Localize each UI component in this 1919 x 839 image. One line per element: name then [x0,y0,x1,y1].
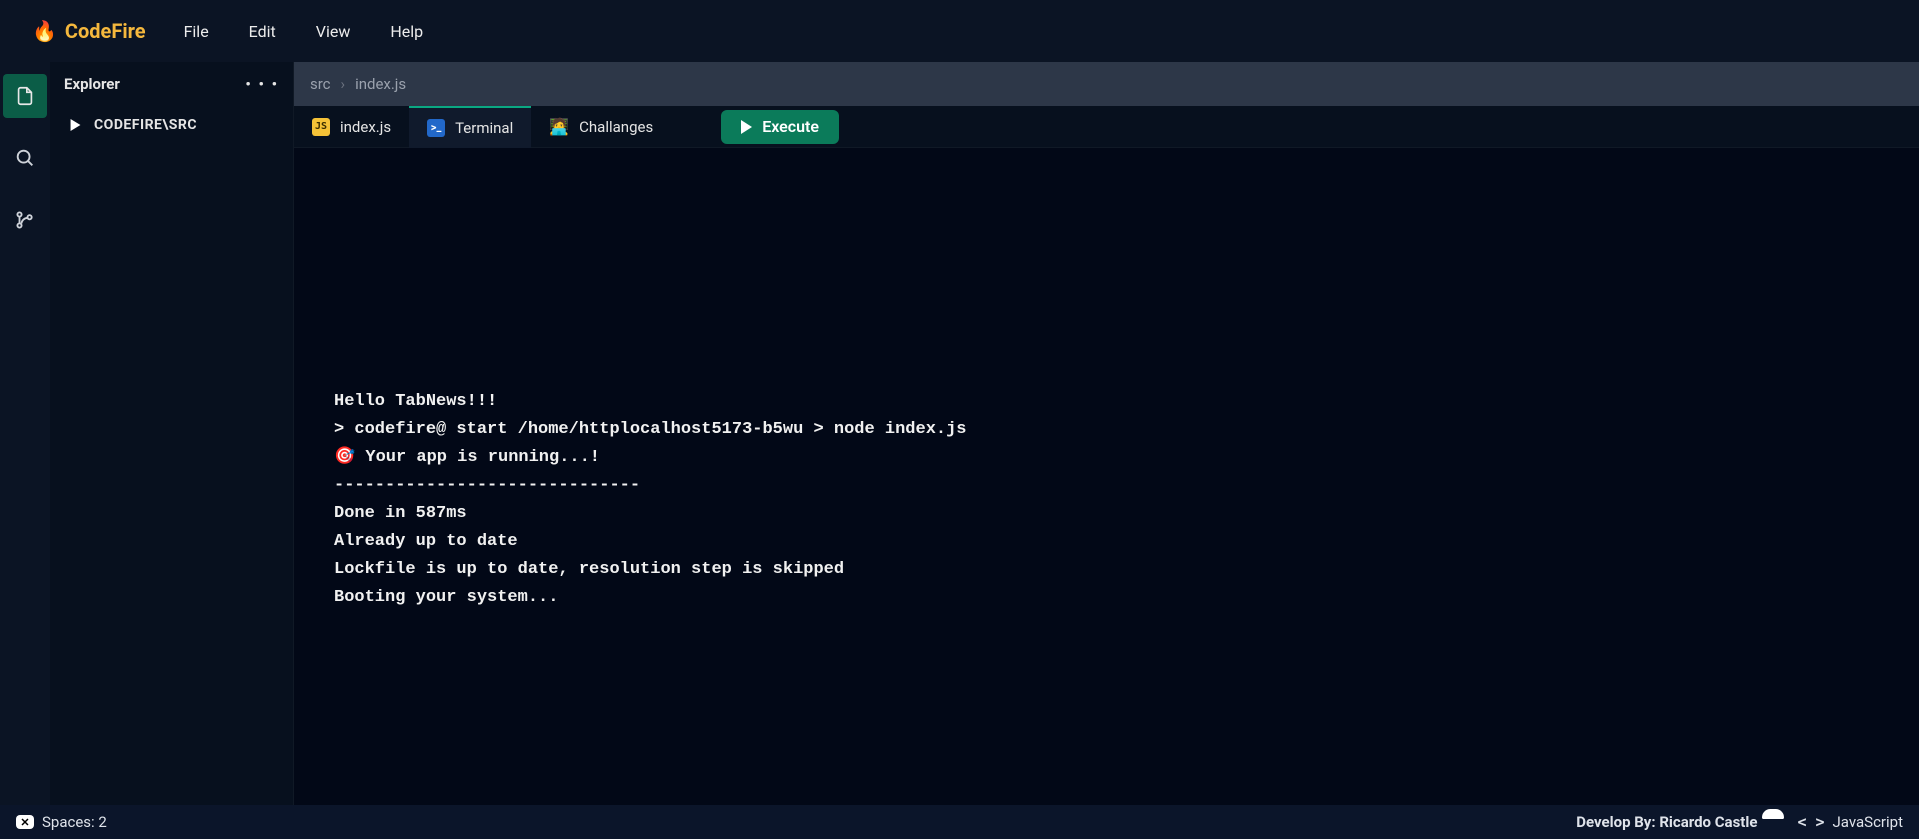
credit-text: Develop By: Ricardo Castle [1576,813,1757,831]
explorer-icon[interactable] [3,74,47,118]
breadcrumb-separator-icon: › [341,75,346,93]
breadcrumb-file[interactable]: index.js [355,75,406,93]
sidebar: Explorer • • • CODEFIRE\SRC [50,62,294,805]
status-bar: ✕ Spaces: 2 Develop By: Ricardo Castle <… [0,805,1919,839]
fire-icon: 🔥 [32,19,57,43]
chevron-right-icon [66,116,84,134]
tab-label: Challanges [579,118,653,136]
workspace: Explorer • • • CODEFIRE\SRC src › index.… [0,62,1919,805]
tabs-row: JS index.js >_ Terminal 🧑‍💻 Challanges E… [294,106,1919,148]
terminal-body[interactable]: Hello TabNews!!! > codefire@ start /home… [294,148,1919,805]
sidebar-header: Explorer • • • [50,62,293,106]
search-icon[interactable] [3,136,47,180]
menu-view[interactable]: View [316,22,351,41]
execute-label: Execute [762,117,819,136]
tab-terminal[interactable]: >_ Terminal [409,106,531,148]
code-angles-icon: < > [1797,813,1824,831]
brand: 🔥 CodeFire [32,19,146,43]
terminal-output: Hello TabNews!!! > codefire@ start /home… [334,388,967,612]
activity-bar [0,62,50,805]
status-spaces[interactable]: ✕ Spaces: 2 [16,813,107,831]
terminal-icon: >_ [427,119,445,137]
sidebar-title: Explorer [64,75,120,93]
language-label: JavaScript [1833,813,1903,831]
git-icon[interactable] [3,198,47,242]
play-icon [741,120,752,134]
js-icon: JS [312,118,330,136]
tree-root-label: CODEFIRE\SRC [94,117,197,133]
menu-file[interactable]: File [184,22,209,41]
breadcrumb-src[interactable]: src [310,75,331,93]
tree-root[interactable]: CODEFIRE\SRC [50,106,293,144]
tab-challenges[interactable]: 🧑‍💻 Challanges [531,106,671,148]
breadcrumb: src › index.js [294,62,1919,106]
status-credit: Develop By: Ricardo Castle [1576,813,1783,831]
sidebar-more-icon[interactable]: • • • [245,75,279,93]
challenge-icon: 🧑‍💻 [549,117,569,136]
status-spaces-label: Spaces: 2 [42,813,107,831]
brand-name: CodeFire [65,19,146,43]
status-language[interactable]: < > JavaScript [1797,813,1903,831]
execute-button[interactable]: Execute [721,110,839,144]
menu-help[interactable]: Help [390,22,423,41]
editor-area: src › index.js JS index.js >_ Terminal 🧑… [294,62,1919,805]
top-bar: 🔥 CodeFire File Edit View Help [0,0,1919,62]
tab-label: index.js [340,118,391,136]
tab-label: Terminal [455,119,513,137]
tab-indexjs[interactable]: JS index.js [294,106,409,148]
close-badge-icon: ✕ [16,815,34,829]
menu-edit[interactable]: Edit [249,22,276,41]
menu-bar: File Edit View Help [184,22,424,41]
